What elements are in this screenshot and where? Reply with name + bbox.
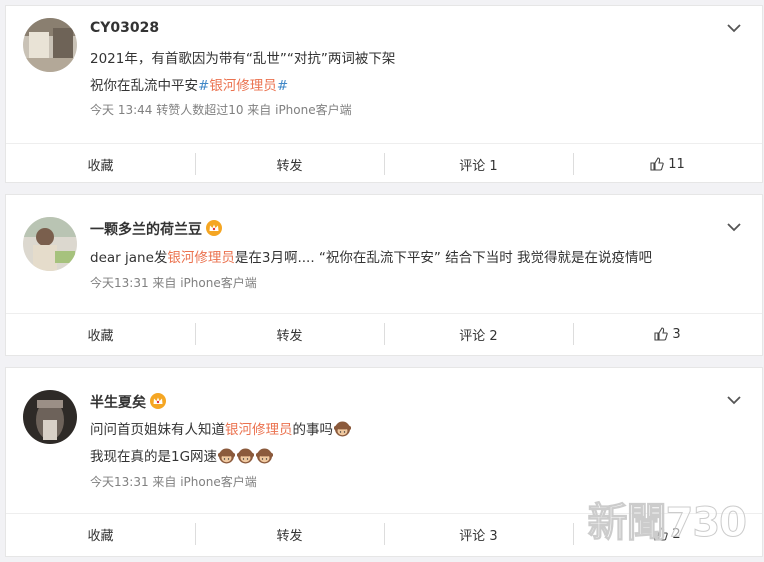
post-text-line: dear jane发银河修理员是在3月啊.... “祝你在乱流下平安” 结合下当… xyxy=(90,246,652,266)
thumbs-up-icon xyxy=(650,157,664,171)
monkey-emoji-icon xyxy=(333,420,352,437)
watermark: 新聞730 xyxy=(587,500,747,547)
comment-button[interactable]: 评论 2 xyxy=(384,314,573,354)
crown-icon xyxy=(206,220,222,236)
hashtag-mark[interactable]: # xyxy=(277,78,288,94)
monkey-emoji-icon xyxy=(255,447,274,464)
post-meta: 今天13:31 来自 iPhone客户端 xyxy=(90,276,257,290)
text-segment: 是在3月啊.... “祝你在乱流下平安” 结合下当时 我觉得就是在说疫情吧 xyxy=(234,250,652,266)
like-button[interactable]: 11 xyxy=(573,144,762,184)
monkey-emoji-icon xyxy=(236,447,255,464)
topic-link[interactable]: 银河修理员 xyxy=(209,78,277,94)
post-meta: 今天13:31 来自 iPhone客户端 xyxy=(90,475,257,489)
topic-link[interactable]: 银河修理员 xyxy=(167,250,235,266)
hashtag-mark[interactable]: # xyxy=(198,78,209,94)
crown-icon xyxy=(150,393,166,409)
comment-button[interactable]: 评论 3 xyxy=(384,514,573,554)
text-segment: 问问首页姐妹有人知道 xyxy=(90,422,225,438)
avatar[interactable] xyxy=(23,18,77,72)
post-text-line: 祝你在乱流中平安#银河修理员# xyxy=(90,74,288,94)
chevron-down-icon[interactable] xyxy=(726,394,742,406)
repost-button[interactable]: 转发 xyxy=(195,144,384,184)
chevron-down-icon[interactable] xyxy=(726,22,742,34)
comment-button[interactable]: 评论 1 xyxy=(384,144,573,184)
collect-button[interactable]: 收藏 xyxy=(6,314,195,354)
action-bar: 收藏 转发 评论 1 11 xyxy=(6,143,762,184)
post-meta: 今天 13:44 转赞人数超过10 来自 iPhone客户端 xyxy=(90,103,352,117)
thumbs-up-icon xyxy=(654,327,669,341)
post-card: 一颗多兰的荷兰豆 dear jane发银河修理员是在3月啊.... “祝你在乱流… xyxy=(5,194,763,356)
username[interactable]: 半生夏矣 xyxy=(90,392,166,412)
avatar[interactable] xyxy=(23,217,77,271)
post-text-line: 问问首页姐妹有人知道银河修理员的事吗 xyxy=(90,418,352,438)
username[interactable]: CY03028 xyxy=(90,20,159,36)
text-segment: dear jane发 xyxy=(90,250,168,266)
monkey-emoji-icon xyxy=(217,447,236,464)
text-segment: 的事吗 xyxy=(292,422,334,438)
post-text-line: 2021年，有首歌因为带有“乱世”“对抗”两词被下架 xyxy=(90,47,395,67)
text-segment: 祝你在乱流中平安 xyxy=(90,78,198,94)
text-segment: 2021年，有首歌因为带有“乱世”“对抗”两词被下架 xyxy=(90,51,396,67)
chevron-down-icon[interactable] xyxy=(726,221,742,233)
repost-button[interactable]: 转发 xyxy=(195,314,384,354)
like-button[interactable]: 3 xyxy=(573,314,762,354)
post-card: CY03028 2021年，有首歌因为带有“乱世”“对抗”两词被下架 祝你在乱流… xyxy=(5,5,763,183)
collect-button[interactable]: 收藏 xyxy=(6,514,195,554)
topic-link[interactable]: 银河修理员 xyxy=(225,422,293,438)
repost-button[interactable]: 转发 xyxy=(195,514,384,554)
avatar[interactable] xyxy=(23,390,77,444)
action-bar: 收藏 转发 评论 2 3 xyxy=(6,313,762,354)
username[interactable]: 一颗多兰的荷兰豆 xyxy=(90,219,222,239)
collect-button[interactable]: 收藏 xyxy=(6,144,195,184)
text-segment: 我现在真的是1G网速 xyxy=(90,449,218,465)
post-text-line: 我现在真的是1G网速 xyxy=(90,445,274,465)
